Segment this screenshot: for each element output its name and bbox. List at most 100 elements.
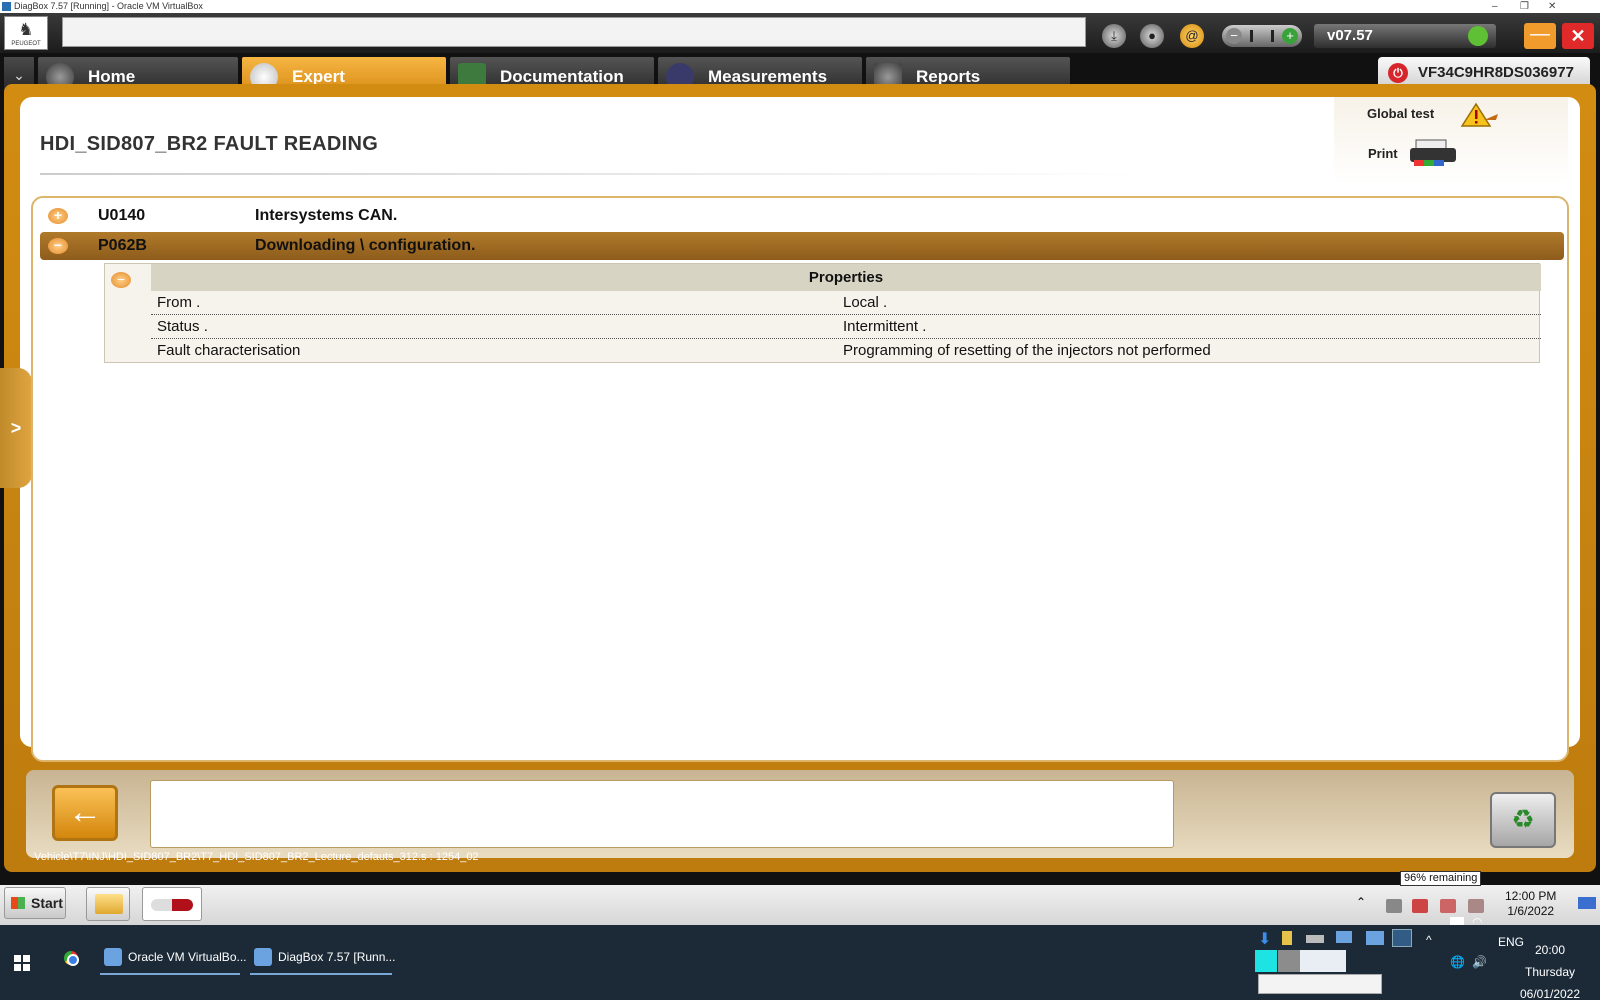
tray-expand-icon[interactable]: ⌃ <box>1356 895 1366 909</box>
power-icon: ⏻ <box>1388 63 1408 83</box>
guest-time: 12:00 PM <box>1505 889 1557 903</box>
volume-down-button[interactable]: − <box>1226 28 1242 44</box>
host-date: 06/01/2022 <box>1519 987 1581 1001</box>
guest-clock[interactable]: 12:00 PM 1/6/2022 <box>1505 889 1556 919</box>
collapse-minus-icon[interactable]: − <box>111 272 131 288</box>
volume-bars-icon <box>1250 30 1274 42</box>
fault-row[interactable]: + U0140 Intersystems CAN. <box>40 202 1564 230</box>
back-button[interactable]: ← <box>52 785 118 841</box>
recycle-bin-button[interactable]: ♻ <box>1490 792 1556 848</box>
color-swatch-cyan <box>1255 950 1277 972</box>
guest-taskbar: Start ⌃ 12:00 PM 1/6/2022 <box>0 885 1600 925</box>
virtualbox-icon <box>104 948 122 966</box>
folder-icon <box>95 894 123 914</box>
properties-header: Properties <box>151 264 1541 291</box>
start-label: Start <box>31 895 63 911</box>
speaker-muted-icon[interactable] <box>1440 899 1456 913</box>
battery-tooltip: 96% remaining <box>1400 871 1482 886</box>
collapse-minus-icon[interactable]: − <box>48 238 68 254</box>
virtualbox-task[interactable]: Oracle VM VirtualBo... <box>100 939 247 975</box>
task-label: DiagBox 7.57 [Runn... <box>278 950 396 964</box>
expand-plus-icon[interactable]: + <box>48 208 68 224</box>
network-error-icon[interactable] <box>1412 899 1428 913</box>
diagbox-taskbar-button[interactable] <box>142 887 202 921</box>
warning-icon[interactable] <box>1458 100 1500 130</box>
vm-close-button[interactable]: ✕ <box>1548 0 1556 13</box>
virtualbox-icon <box>2 2 11 11</box>
tray-chevron-icon[interactable]: ^ <box>1426 933 1432 947</box>
property-value: Intermittent . <box>843 318 927 335</box>
color-swatch-light <box>1300 950 1346 972</box>
vm-display-icon[interactable] <box>1392 929 1412 947</box>
popup-input[interactable] <box>1258 974 1382 994</box>
top-toolbar: ♞ PEUGEOT ⤓ ● @ − + v07.57 — ✕ <box>0 13 1600 53</box>
wifi-icon[interactable]: ◠ <box>1472 915 1482 929</box>
volume-icon[interactable]: 🔊 <box>1472 955 1487 969</box>
fault-code: P062B <box>98 237 147 254</box>
toggle-switch-icon <box>151 899 193 911</box>
property-key: Status . <box>157 318 208 335</box>
color-swatch-gray <box>1278 950 1300 972</box>
property-row: From . Local . <box>151 291 1541 315</box>
start-button[interactable]: Start <box>4 887 66 919</box>
close-button[interactable]: ✕ <box>1562 23 1594 49</box>
vm-title-bar: DiagBox 7.57 [Running] - Oracle VM Virtu… <box>0 0 1600 13</box>
minimize-button[interactable]: — <box>1524 23 1556 49</box>
windows-flag-icon <box>11 897 25 909</box>
network-share-icon[interactable] <box>1366 931 1384 945</box>
side-panel-toggle[interactable]: > <box>0 368 32 488</box>
message-box <box>150 780 1174 848</box>
fault-row-selected[interactable]: − P062B Downloading \ configuration. <box>40 232 1564 260</box>
version-label: v07.57 <box>1327 27 1373 44</box>
host-day: Thursday <box>1524 965 1576 979</box>
user-icon[interactable]: ● <box>1140 24 1164 48</box>
windows-logo-icon[interactable] <box>14 955 30 971</box>
fault-description: Downloading \ configuration. <box>255 237 476 254</box>
at-mail-icon[interactable]: @ <box>1180 24 1204 48</box>
global-test-button[interactable]: Global test <box>1367 106 1434 121</box>
battery-icon[interactable] <box>1450 917 1464 925</box>
vm-restore-button[interactable]: ❐ <box>1520 0 1529 13</box>
fault-code: U0140 <box>98 207 146 224</box>
connection-status-icon <box>1468 26 1488 46</box>
file-icon[interactable] <box>1282 931 1292 945</box>
network-icon[interactable] <box>1468 899 1484 913</box>
title-divider <box>40 173 1140 175</box>
printer-icon[interactable] <box>1408 136 1460 168</box>
property-row: Fault characterisation Programming of re… <box>151 339 1541 363</box>
volume-up-button[interactable]: + <box>1282 28 1298 44</box>
page-title: HDI_SID807_BR2 FAULT READING <box>40 133 379 155</box>
explorer-taskbar-button[interactable] <box>86 887 130 921</box>
monitor-icon[interactable] <box>1578 897 1596 909</box>
property-value: Programming of resetting of the injector… <box>843 342 1211 359</box>
download-arrow-icon[interactable]: ⬇ <box>1258 929 1271 949</box>
vm-minimize-button[interactable]: – <box>1492 0 1498 13</box>
guest-system-tray: ⌃ <box>1346 887 1596 921</box>
drive-icon[interactable] <box>1306 935 1324 943</box>
address-field[interactable] <box>62 17 1086 47</box>
property-row: Status . Intermittent . <box>151 315 1541 339</box>
properties-table: − Properties From . Local . Status . Int… <box>104 263 1541 363</box>
diagbox-icon <box>254 948 272 966</box>
task-label: Oracle VM VirtualBo... <box>128 950 247 964</box>
print-button[interactable]: Print <box>1368 146 1398 161</box>
host-clock[interactable]: 20:00 Thursday 06/01/2022 <box>1500 939 1600 1005</box>
host-time: 20:00 <box>1534 943 1566 957</box>
guest-date: 1/6/2022 <box>1507 904 1555 918</box>
property-key: From . <box>157 294 201 311</box>
diagbox-task[interactable]: DiagBox 7.57 [Runn... <box>250 939 396 975</box>
lion-icon: ♞ <box>18 20 34 39</box>
device-icon[interactable] <box>1386 899 1402 913</box>
vm-title-text: DiagBox 7.57 [Running] - Oracle VM Virtu… <box>14 1 203 11</box>
version-display: v07.57 <box>1314 24 1496 48</box>
peugeot-logo: ♞ PEUGEOT <box>4 16 48 50</box>
vin-text: VF34C9HR8DS036977 <box>1418 64 1574 81</box>
volume-control[interactable]: − + <box>1222 25 1302 47</box>
property-key: Fault characterisation <box>157 342 301 359</box>
logo-text: PEUGEOT <box>11 41 41 47</box>
display-icon[interactable] <box>1336 931 1352 943</box>
chrome-icon[interactable] <box>60 947 82 969</box>
download-icon[interactable]: ⤓ <box>1102 24 1126 48</box>
globe-icon[interactable]: 🌐 <box>1450 955 1465 969</box>
fault-description: Intersystems CAN. <box>255 207 398 224</box>
